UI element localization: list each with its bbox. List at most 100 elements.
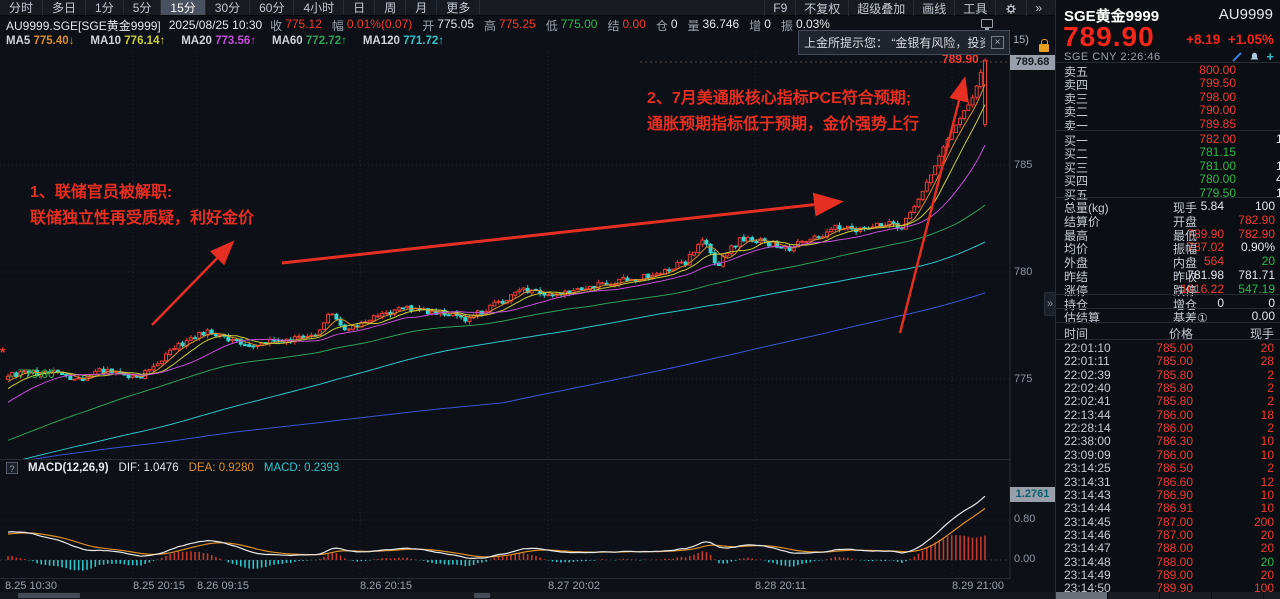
trade-row: 22:13:44786.0018 [1056, 408, 1280, 421]
period-tab-60分[interactable]: 60分 [250, 0, 294, 15]
trade-row: 23:09:09786.0010 [1056, 448, 1280, 461]
macd-peak-badge: 1.2761 [1010, 487, 1055, 502]
divider [1056, 308, 1280, 309]
stat-row: 持仓0增仓0 [1056, 296, 1280, 309]
period-tab-1分[interactable]: 1分 [86, 0, 124, 15]
gear-icon[interactable] [1004, 1, 1018, 15]
period-tab-30分[interactable]: 30分 [206, 0, 250, 15]
toolbar-item-超级叠加[interactable]: 超级叠加 [848, 0, 913, 16]
scrollbar-handle[interactable] [18, 593, 80, 598]
trade-row: 23:14:46787.0020 [1056, 528, 1280, 541]
orderbook-row-卖五[interactable]: 卖五800.0030 [1056, 63, 1280, 76]
datetime-label: 2025/08/25 10:30 [169, 18, 262, 32]
price-change: +8.19 +1.05% [1186, 32, 1274, 47]
ma-legend-MA120: MA120 771.72↑ [363, 35, 444, 48]
trade-row: 22:02:40785.802 [1056, 381, 1280, 394]
notice-count: 15) [1013, 34, 1029, 46]
period-tab-更多[interactable]: 更多 [437, 0, 480, 15]
panel-tab[interactable] [1212, 592, 1264, 599]
drawing-anchor-marker: * [0, 344, 5, 360]
quote-field-低: 低775.00 [546, 17, 598, 34]
ma-legend-MA5: MA5 775.40↓ [6, 35, 74, 48]
price-tick-785: 785 [1014, 159, 1032, 171]
toolbar-right: F9不复权超级叠加画线工具 » [764, 0, 1050, 16]
macd-dif: DIF: 1.0476 [119, 462, 179, 474]
ma-legend-MA20: MA20 773.56↑ [181, 35, 256, 48]
toolbar-item-不复权[interactable]: 不复权 [795, 0, 848, 16]
annotation-2: 2、7月美通胀核心指标PCE符合预期;通胀预期指标低于预期，金价强势上行 [647, 86, 919, 138]
quote-field-开: 开775.05 [422, 17, 474, 34]
panel-tab[interactable] [1160, 592, 1212, 599]
price-tick-775: 775 [1014, 373, 1032, 385]
close-icon[interactable]: × [991, 36, 1004, 49]
trade-row: 23:14:43786.9010 [1056, 488, 1280, 501]
quote-field-结: 结0.00 [607, 17, 645, 34]
macd-val: MACD: 0.2393 [264, 462, 339, 474]
orderbook-row-买三[interactable]: 买三781.00100 [1056, 159, 1280, 172]
panel-tab-strip[interactable] [1056, 592, 1280, 599]
quote-field-量: 量36.746 [688, 17, 740, 34]
monitor-icon[interactable] [981, 19, 993, 28]
orderbook-row-买二[interactable]: 买二781.152 [1056, 145, 1280, 158]
pencil-icon[interactable] [1232, 51, 1243, 62]
quote-fields: 收775.12幅0.01%(0.07)开775.05高775.25低775.00… [270, 17, 830, 34]
trade-row: 23:14:49789.0020 [1056, 568, 1280, 581]
time-tick: 8.25 10:30 [5, 580, 57, 592]
orderbook-row-买四[interactable]: 买四780.00404 [1056, 172, 1280, 185]
quote-field-高: 高775.25 [484, 17, 536, 34]
risk-notice-banner: 上金所提示您： “金银有风险，投资须三思” × [798, 30, 1010, 55]
low-price-callout: ←775.00 [6, 367, 55, 381]
toolbar-item-画线[interactable]: 画线 [913, 0, 954, 16]
time-axis: 8.25 10:308.25 20:158.26 09:158.26 20:15… [0, 578, 1010, 592]
trade-row: 23:14:47788.0020 [1056, 541, 1280, 554]
orderbook-row-卖三[interactable]: 卖三798.005 [1056, 90, 1280, 103]
period-tab-日[interactable]: 日 [344, 0, 375, 15]
symbol-label: AU9999.SGE[SGE黄金9999] [6, 17, 161, 34]
divider [1056, 322, 1280, 323]
period-tab-分时[interactable]: 分时 [0, 0, 43, 15]
panel-tab[interactable] [1108, 592, 1160, 599]
chart-scrollbar[interactable] [0, 592, 1055, 599]
ma-legend-MA10: MA10 776.14↑ [90, 35, 165, 48]
last-price-badge: 789.68 [1010, 55, 1055, 70]
trade-row: 22:38:00786.3010 [1056, 434, 1280, 447]
period-tab-5分[interactable]: 5分 [124, 0, 162, 15]
last-price: 789.90 [1063, 21, 1155, 53]
toolbar-item-工具[interactable]: 工具 [954, 0, 995, 16]
orderbook-row-卖四[interactable]: 卖四799.5090 [1056, 76, 1280, 89]
stat-row: 结算价开盘782.90 [1056, 213, 1280, 226]
divider [1056, 130, 1280, 131]
divider [1056, 339, 1280, 340]
stat-row: 昨结781.98昨收781.71 [1056, 268, 1280, 281]
quote-field-仓: 仓0 [656, 17, 678, 34]
stat-row: 最高789.90最低782.90 [1056, 227, 1280, 240]
toolbar-item-F9[interactable]: F9 [764, 0, 795, 16]
divider [1056, 197, 1280, 198]
trade-row: 22:01:11785.0028 [1056, 354, 1280, 367]
panel-tab[interactable] [1056, 592, 1108, 599]
period-tab-15分[interactable]: 15分 [161, 0, 205, 15]
bell-icon[interactable] [1249, 51, 1260, 62]
orderbook-row-卖一[interactable]: 卖一789.855 [1056, 117, 1280, 130]
time-tick: 8.26 09:15 [197, 580, 249, 592]
period-tab-多日[interactable]: 多日 [43, 0, 86, 15]
ma-legend: MA5 775.40↓ MA10 776.14↑ MA20 773.56↑ MA60 … [6, 35, 444, 48]
time-tick: 8.29 21:00 [952, 580, 1004, 592]
period-tab-月[interactable]: 月 [406, 0, 437, 15]
lock-icon[interactable] [1039, 44, 1049, 52]
help-icon[interactable]: ? [6, 462, 18, 474]
period-tab-周[interactable]: 周 [375, 0, 406, 15]
trade-row: 23:14:25786.502 [1056, 461, 1280, 474]
expand-toolbar-icon[interactable]: » [1026, 0, 1050, 16]
period-tab-4小时[interactable]: 4小时 [294, 0, 344, 15]
scrollbar-marker[interactable] [474, 593, 490, 598]
ma-legend-MA60: MA60 772.72↑ [272, 35, 347, 48]
macd-dea: DEA: 0.9280 [189, 462, 254, 474]
orderbook-row-卖二[interactable]: 卖二790.0020 [1056, 103, 1280, 116]
macd-chart[interactable] [0, 460, 1055, 578]
quote-field-幅: 幅0.01%(0.07) [332, 17, 412, 34]
orderbook-row-买一[interactable]: 买一782.00101 [1056, 132, 1280, 145]
trade-row: 23:14:44786.9110 [1056, 501, 1280, 514]
notice-text: 上金所提示您： “金银有风险，投资须三思” [804, 34, 985, 51]
macd-axis-000: 0.00 [1014, 553, 1035, 565]
